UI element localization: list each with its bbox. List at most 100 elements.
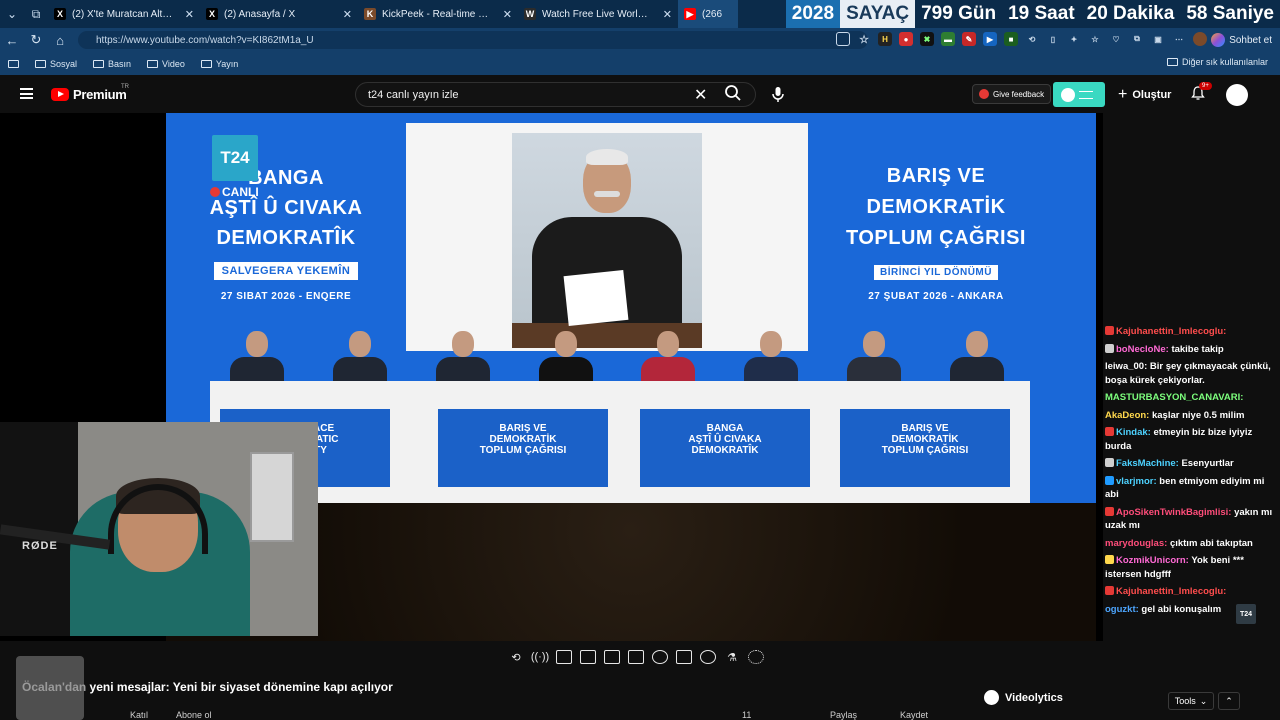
bookmarks-bar: Sosyal Basın Video Yayın Diğer sık kulla… bbox=[0, 52, 1280, 75]
other-bookmarks[interactable]: Diğer sık kullanılanlar bbox=[1166, 57, 1268, 67]
tools-dropdown[interactable]: Tools ⌄ bbox=[1168, 692, 1214, 710]
settings-gear-icon[interactable] bbox=[748, 650, 764, 664]
clip-icon[interactable] bbox=[580, 650, 596, 664]
profile-avatar[interactable] bbox=[1193, 32, 1207, 46]
share-button[interactable]: Paylaş bbox=[830, 710, 857, 720]
speed-icon[interactable] bbox=[652, 650, 668, 664]
collections-icon[interactable]: ☆ bbox=[1088, 32, 1102, 46]
banner-ribbon: BİRİNCİ YIL DÖNÜMÜ bbox=[874, 265, 998, 280]
chat-username[interactable]: MASTURBASYON_CANAVARI: bbox=[1105, 392, 1243, 403]
create-button[interactable]: + Oluştur bbox=[1118, 86, 1171, 104]
browser-tab-3[interactable]: K KickPeek - Real-time URL Crawler ✕ bbox=[358, 0, 518, 28]
home-icon[interactable]: ⌂ bbox=[48, 28, 72, 52]
more-menu-icon[interactable]: ⋯ bbox=[1172, 32, 1186, 46]
bookmark-folder-yayin[interactable]: Yayın bbox=[200, 59, 238, 69]
stage-left-banner: BANGA AŞTÎ Û CIVAKA DEMOKRATÎK SALVEGERA… bbox=[186, 163, 386, 303]
logo-text: Premium bbox=[73, 87, 127, 102]
browser-essentials-icon[interactable]: ♡ bbox=[1109, 32, 1123, 46]
split-screen-icon[interactable]: ▯ bbox=[1046, 32, 1060, 46]
favorites-icon[interactable]: ✦ bbox=[1067, 32, 1081, 46]
close-tab-icon[interactable]: ✕ bbox=[343, 8, 352, 21]
chat-username[interactable]: marydouglas: bbox=[1105, 538, 1167, 549]
kickpeek-icon: K bbox=[364, 8, 376, 20]
close-tab-icon[interactable]: ✕ bbox=[185, 8, 194, 21]
channel-logo-t24: T24 bbox=[212, 135, 258, 181]
account-avatar[interactable] bbox=[1226, 84, 1248, 106]
youtube-icon: ▶ bbox=[684, 8, 696, 20]
region-code: TR bbox=[121, 84, 129, 90]
extension-icon-1[interactable]: H bbox=[878, 32, 892, 46]
banner-line: TOPLUM ÇAĞRISI bbox=[846, 227, 1026, 249]
youtube-premium-logo[interactable]: Premium TR bbox=[51, 84, 129, 102]
chat-button-label: Sohbet et bbox=[1229, 34, 1272, 46]
browser-tab-5-active[interactable]: ▶ (266 bbox=[678, 0, 738, 28]
chat-username[interactable]: oguzkt: bbox=[1105, 604, 1139, 615]
bookmark-folder-basin[interactable]: Basın bbox=[93, 59, 131, 69]
extension-icon-7[interactable]: ■ bbox=[1004, 32, 1018, 46]
bookmark-folder-video[interactable]: Video bbox=[147, 59, 185, 69]
join-button[interactable]: Katıl bbox=[130, 710, 148, 720]
close-tab-icon[interactable]: ✕ bbox=[663, 8, 672, 21]
screenshot-icon[interactable]: ⧉ bbox=[1130, 32, 1144, 46]
back-icon[interactable]: ← bbox=[0, 28, 24, 52]
downloads-icon[interactable]: ▣ bbox=[1151, 32, 1165, 46]
loop-icon[interactable]: ⟲ bbox=[508, 650, 524, 664]
chat-username[interactable]: ApoSikenTwinkBagimlisi: bbox=[1116, 507, 1231, 518]
browser-tab-4[interactable]: W Watch Free Live World TV | Global ✕ bbox=[518, 0, 678, 28]
workspaces-icon[interactable]: ⧉ bbox=[24, 0, 48, 28]
voice-search-mic-icon[interactable] bbox=[768, 84, 788, 104]
audio-icon[interactable]: ((·)) bbox=[531, 650, 549, 664]
chevron-up-icon[interactable]: ⌃ bbox=[1218, 692, 1240, 710]
youtube-header: Premium TR t24 canlı yayın izle ✕ Give f… bbox=[0, 75, 1280, 113]
install-app-icon[interactable] bbox=[836, 32, 850, 46]
browser-tab-1[interactable]: X (2) X'te Muratcan Altuntoprak: "A2 ✕ bbox=[48, 0, 200, 28]
chat-username[interactable]: Kindak: bbox=[1116, 427, 1151, 438]
video-player[interactable]: BANGA AŞTÎ Û CIVAKA DEMOKRATÎK SALVEGERA… bbox=[0, 113, 1103, 641]
chat-username[interactable]: Kajuhanettin_Imlecoglu: bbox=[1116, 586, 1226, 597]
fullscreen-window-icon[interactable] bbox=[604, 650, 620, 664]
chat-username[interactable]: leiwa_00: bbox=[1105, 361, 1147, 372]
chat-username[interactable]: FaksMachine: bbox=[1116, 458, 1179, 469]
clear-search-icon[interactable]: ✕ bbox=[694, 85, 707, 105]
favorite-star-icon[interactable]: ☆ bbox=[857, 32, 871, 46]
extension-toggle[interactable] bbox=[1053, 82, 1105, 107]
chat-message: ApoSikenTwinkBagimlisi: yakın mı uzak mı bbox=[1105, 506, 1278, 533]
lab-flask-icon[interactable]: ⚗ bbox=[724, 650, 740, 664]
theater-mode-icon[interactable] bbox=[556, 650, 572, 664]
search-icon[interactable] bbox=[724, 84, 742, 102]
reading-list-icon[interactable] bbox=[8, 59, 19, 68]
table-panel-2: BARIŞ VE DEMOKRATİK TOPLUM ÇAĞRISI bbox=[438, 409, 608, 487]
close-tab-icon[interactable]: ✕ bbox=[503, 8, 512, 21]
subscribe-button[interactable]: Abone ol bbox=[176, 710, 212, 720]
extension-icon-2[interactable]: ● bbox=[899, 32, 913, 46]
reload-icon[interactable]: ↻ bbox=[24, 28, 48, 52]
bookmark-folder-sosyal[interactable]: Sosyal bbox=[35, 59, 77, 69]
add-to-playlist-icon[interactable] bbox=[676, 650, 692, 664]
give-feedback-button[interactable]: Give feedback bbox=[972, 84, 1052, 104]
extension-icon-5[interactable]: ✎ bbox=[962, 32, 976, 46]
extension-icon-3[interactable]: ✖ bbox=[920, 32, 934, 46]
extension-icon-6[interactable]: ▶ bbox=[983, 32, 997, 46]
chat-message: FaksMachine: Esenyurtlar bbox=[1105, 457, 1278, 471]
speaker-video bbox=[512, 133, 702, 348]
extension-icon-4[interactable]: ▬ bbox=[941, 32, 955, 46]
chat-text: çıktım abi takıptan bbox=[1169, 537, 1253, 549]
copilot-chat-button[interactable]: Sohbet et bbox=[1211, 32, 1272, 48]
chat-username[interactable]: vlarjmor: bbox=[1116, 476, 1157, 487]
subtitles-icon[interactable] bbox=[628, 650, 644, 664]
tab-list-button[interactable]: ⌄ bbox=[0, 0, 24, 28]
chat-username[interactable]: AkaDeon: bbox=[1105, 410, 1149, 421]
extensions-puzzle-icon[interactable]: ⟲ bbox=[1025, 32, 1039, 46]
videolytics-panel[interactable]: Videolytics bbox=[984, 690, 1063, 705]
chat-username[interactable]: boNecloNe: bbox=[1116, 344, 1169, 355]
chat-username[interactable]: Kajuhanettin_Imlecoglu: bbox=[1116, 326, 1226, 337]
browser-tab-2[interactable]: X (2) Anasayfa / X ✕ bbox=[200, 0, 358, 28]
save-button[interactable]: Kaydet bbox=[900, 710, 928, 720]
like-count[interactable]: 11 bbox=[742, 710, 751, 720]
title-prefix: Öcalan'dan bbox=[22, 680, 87, 694]
url-field[interactable]: https://www.youtube.com/watch?v=KI862tM1… bbox=[78, 31, 868, 49]
screenshot-camera-icon[interactable] bbox=[700, 650, 716, 664]
chat-username[interactable]: KozmikUnicorn: bbox=[1116, 555, 1189, 566]
youtube-play-icon bbox=[51, 88, 69, 101]
menu-hamburger-icon[interactable] bbox=[20, 88, 33, 99]
